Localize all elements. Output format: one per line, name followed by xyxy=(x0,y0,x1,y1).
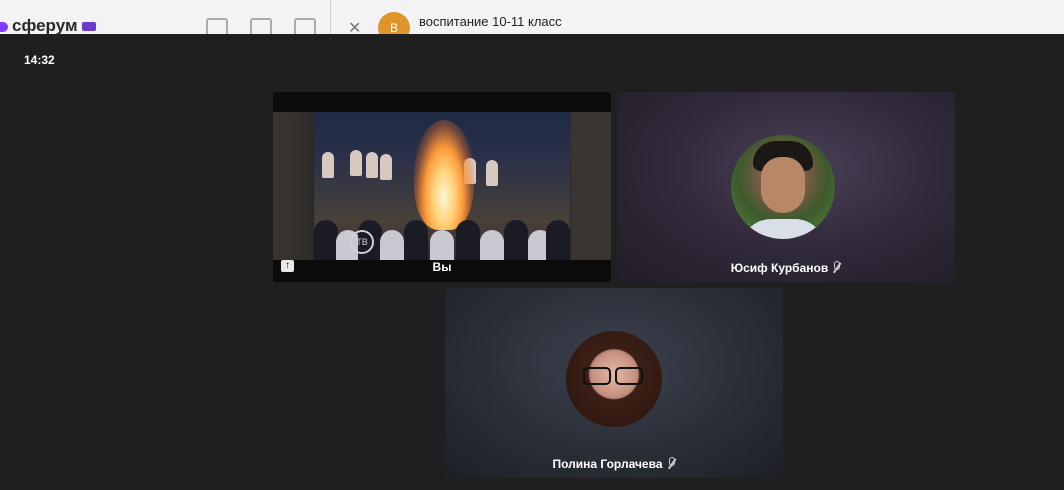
participant-tile-yusif[interactable]: Юсиф Курбанов xyxy=(617,92,955,282)
participant-name-polina: Полина Горлачева xyxy=(445,457,783,471)
video-crowd xyxy=(314,205,570,260)
avatar xyxy=(566,331,662,427)
participant-name-yusif: Юсиф Курбанов xyxy=(617,261,955,275)
participant-name-text: Полина Горлачева xyxy=(552,457,663,471)
video-frame: ТВ xyxy=(314,112,570,260)
call-overlay: 14:32 ТВ ↑ Вы Юсиф Курбанов Полина Горла… xyxy=(0,34,1064,490)
compose-icon[interactable] xyxy=(294,18,316,34)
self-video: ТВ xyxy=(273,112,611,260)
add-call-icon[interactable] xyxy=(206,18,228,34)
mic-off-icon xyxy=(831,261,841,273)
avatar xyxy=(731,135,835,239)
participant-name-self: Вы xyxy=(432,260,452,274)
participant-name-text: Юсиф Курбанов xyxy=(730,261,829,275)
archive-icon[interactable] xyxy=(250,18,272,34)
background-app-header: сферум ✕ В воспитание 10-11 класс xyxy=(0,0,1064,34)
chat-avatar[interactable]: В xyxy=(378,12,410,34)
logo-text: сферум xyxy=(12,16,78,34)
mic-off-icon xyxy=(666,457,676,469)
participant-tile-self[interactable]: ТВ ↑ Вы xyxy=(273,92,611,282)
glasses xyxy=(583,367,643,385)
graduation-cap-icon xyxy=(81,22,96,32)
participant-tile-polina[interactable]: Полина Горлачева xyxy=(445,288,783,478)
pane-divider xyxy=(330,0,331,34)
header-actions xyxy=(206,18,316,34)
app-logo: сферум xyxy=(0,16,96,34)
chat-title[interactable]: воспитание 10-11 класс xyxy=(419,14,562,29)
call-time: 14:32 xyxy=(24,53,55,67)
broadcast-logo-icon: ТВ xyxy=(350,230,374,254)
logo-mark-icon xyxy=(0,21,8,32)
close-icon[interactable]: ✕ xyxy=(348,18,361,34)
